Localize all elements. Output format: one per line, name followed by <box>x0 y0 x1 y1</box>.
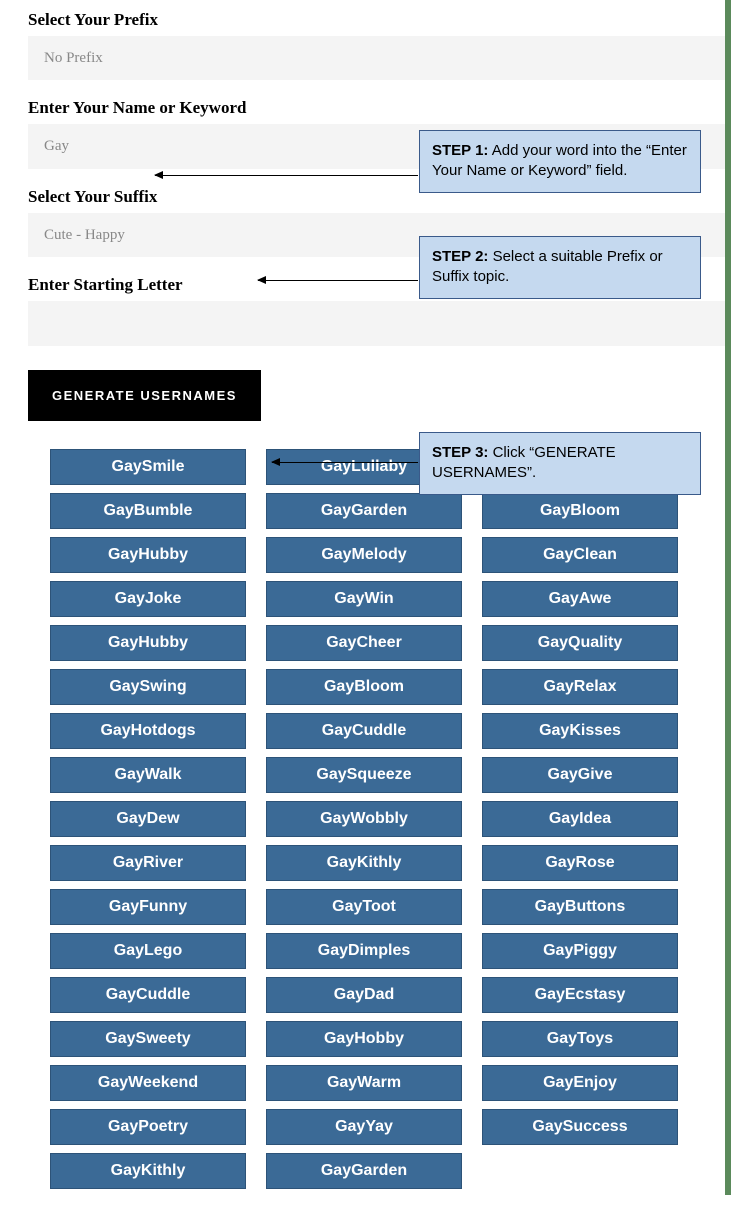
username-result[interactable]: GayClean <box>482 537 678 573</box>
username-result[interactable]: GayCuddle <box>266 713 462 749</box>
username-result[interactable]: GayPiggy <box>482 933 678 969</box>
username-result[interactable]: GayWalk <box>50 757 246 793</box>
arrow-step1 <box>155 175 418 176</box>
username-result[interactable]: GayAwe <box>482 581 678 617</box>
callout-step1: STEP 1: Add your word into the “Enter Yo… <box>419 130 701 193</box>
results-grid: GaySmileGayLullabyGaySimpleGayBumbleGayG… <box>50 449 725 1195</box>
username-result[interactable]: GayRiver <box>50 845 246 881</box>
username-result[interactable]: GayMelody <box>266 537 462 573</box>
username-result[interactable]: GayGive <box>482 757 678 793</box>
username-result[interactable]: GayCuddle <box>50 977 246 1013</box>
username-result[interactable]: GayRose <box>482 845 678 881</box>
generate-usernames-button[interactable]: GENERATE USERNAMES <box>28 370 261 421</box>
username-result[interactable]: GayYay <box>266 1109 462 1145</box>
username-result[interactable]: GaySwing <box>50 669 246 705</box>
username-result[interactable]: GayGarden <box>266 493 462 529</box>
username-result[interactable]: GayCheer <box>266 625 462 661</box>
callout-step2: STEP 2: Select a suitable Prefix or Suff… <box>419 236 701 299</box>
username-result[interactable]: GayFunny <box>50 889 246 925</box>
username-result[interactable]: GayKithly <box>50 1153 246 1189</box>
username-result[interactable]: GayWarm <box>266 1065 462 1101</box>
username-result[interactable]: GayBloom <box>266 669 462 705</box>
username-result[interactable]: GaySuccess <box>482 1109 678 1145</box>
username-result[interactable]: GayKisses <box>482 713 678 749</box>
username-result[interactable]: GayDimples <box>266 933 462 969</box>
username-result[interactable]: GayIdea <box>482 801 678 837</box>
username-result[interactable]: GayRelax <box>482 669 678 705</box>
username-result[interactable]: GayQuality <box>482 625 678 661</box>
username-result[interactable]: GayKithly <box>266 845 462 881</box>
username-result[interactable]: GayEnjoy <box>482 1065 678 1101</box>
prefix-label: Select Your Prefix <box>28 10 725 30</box>
arrow-step3 <box>272 462 418 463</box>
username-result[interactable]: GayWeekend <box>50 1065 246 1101</box>
username-result[interactable]: GayBumble <box>50 493 246 529</box>
prefix-field-group: Select Your Prefix No Prefix <box>28 10 725 80</box>
username-result[interactable]: GayDew <box>50 801 246 837</box>
starting-letter-input[interactable] <box>28 301 725 346</box>
username-result[interactable]: GayGarden <box>266 1153 462 1189</box>
username-result[interactable]: GaySmile <box>50 449 246 485</box>
username-result[interactable]: GayHubby <box>50 625 246 661</box>
username-result[interactable]: GayEcstasy <box>482 977 678 1013</box>
username-result[interactable]: GayHotdogs <box>50 713 246 749</box>
username-result[interactable]: GayBloom <box>482 493 678 529</box>
username-result[interactable]: GayHubby <box>50 537 246 573</box>
username-result[interactable]: GaySqueeze <box>266 757 462 793</box>
arrow-step2 <box>258 280 418 281</box>
keyword-label: Enter Your Name or Keyword <box>28 98 725 118</box>
username-result[interactable]: GayLego <box>50 933 246 969</box>
username-result[interactable]: GayWobbly <box>266 801 462 837</box>
username-result[interactable]: GayJoke <box>50 581 246 617</box>
username-result[interactable]: GaySweety <box>50 1021 246 1057</box>
username-result[interactable]: GayHobby <box>266 1021 462 1057</box>
username-result[interactable]: GayWin <box>266 581 462 617</box>
username-result[interactable]: GayPoetry <box>50 1109 246 1145</box>
username-result[interactable]: GayToot <box>266 889 462 925</box>
username-result[interactable]: GayDad <box>266 977 462 1013</box>
username-result[interactable]: GayButtons <box>482 889 678 925</box>
prefix-select[interactable]: No Prefix <box>28 36 725 80</box>
callout-step3: STEP 3: Click “GENERATE USERNAMES”. <box>419 432 701 495</box>
username-result[interactable]: GayToys <box>482 1021 678 1057</box>
